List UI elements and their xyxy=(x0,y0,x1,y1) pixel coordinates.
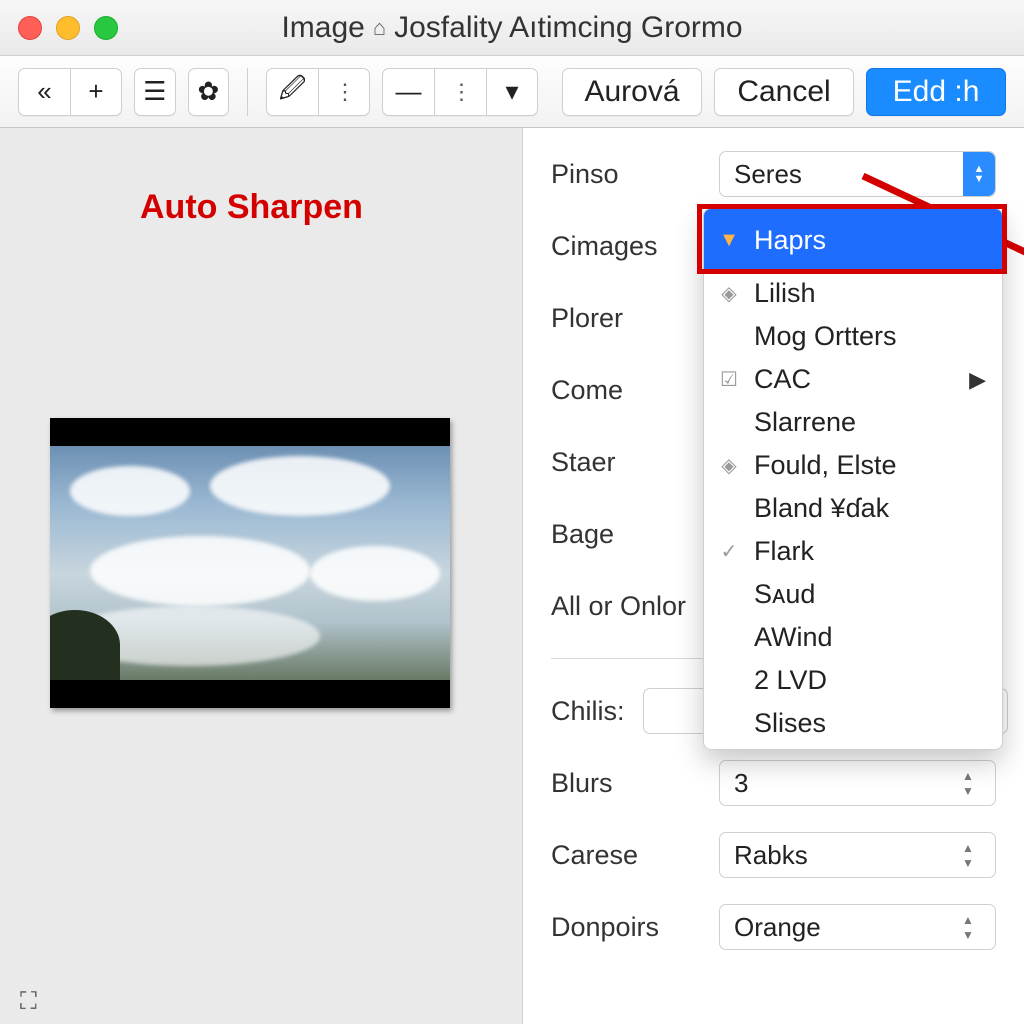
toolbar-separator xyxy=(247,68,248,116)
staer-label: Staer xyxy=(551,447,701,478)
dropdown-item-label: Slarrene xyxy=(754,407,856,438)
select-stepper-icon: ▲▼ xyxy=(963,152,995,196)
cimages-label: Cimages xyxy=(551,231,701,262)
donpoirs-select[interactable]: Orange ▲▼ xyxy=(719,904,996,950)
window-title: Image ⌂ Josfality Aıtimcing Grormo xyxy=(0,11,1024,45)
blurs-label: Blurs xyxy=(551,768,701,799)
pinso-label: Pinso xyxy=(551,159,701,190)
minimize-window[interactable] xyxy=(56,16,80,40)
dropdown-item[interactable]: ◈ Fould, Elste xyxy=(704,444,1002,487)
carese-label: Carese xyxy=(551,840,701,871)
dropdown-item-label: Bland ¥ɗak xyxy=(754,493,889,524)
dropdown-item-icon: ☑ xyxy=(716,367,742,392)
dropdown-item-icon: ✓ xyxy=(716,539,742,564)
line-group: — ⋮ ▾ xyxy=(382,68,538,116)
titlebar: Image ⌂ Josfality Aıtimcing Grormo xyxy=(0,0,1024,56)
dropdown-item-label: Haprs xyxy=(754,225,826,256)
stepper-icon: ▲▼ xyxy=(955,769,981,798)
window-controls xyxy=(18,16,118,40)
brush-group: 🖉 ⋮ xyxy=(266,68,370,116)
dropdown-item[interactable]: ☑ CAC ▶ xyxy=(704,358,1002,401)
apply-button[interactable]: Edd :h xyxy=(866,68,1006,116)
blurs-value: 3 xyxy=(734,768,748,799)
zoom-window[interactable] xyxy=(94,16,118,40)
title-prefix: Image xyxy=(281,11,364,45)
dropdown-item-label: CAC xyxy=(754,364,811,395)
back-button[interactable]: « xyxy=(18,68,70,116)
footer-icon: ⛶ xyxy=(20,988,37,1016)
blurs-select[interactable]: 3 ▲▼ xyxy=(719,760,996,806)
dropdown-item[interactable]: Bland ¥ɗak xyxy=(704,487,1002,530)
dropdown-item-icon: ▼ xyxy=(716,229,742,252)
dropdown-item[interactable]: Mog Ortters xyxy=(704,315,1002,358)
dropdown-item[interactable]: ✓ Flark xyxy=(704,530,1002,573)
line-options[interactable]: ⋮ xyxy=(434,68,486,116)
pinso-select[interactable]: Seres ▲▼ xyxy=(719,151,996,197)
carese-select[interactable]: Rabks ▲▼ xyxy=(719,832,996,878)
cimages-dropdown[interactable]: ▼ Haprs ◈ Lilish Mog Ortters ☑ CAC ▶ Slarrene ◈ Fo… xyxy=(703,208,1003,750)
dropdown-item[interactable]: ▼ Haprs xyxy=(704,209,1002,272)
add-button[interactable]: + xyxy=(70,68,122,116)
line-button[interactable]: — xyxy=(382,68,434,116)
extension-button[interactable]: ✿ xyxy=(188,68,230,116)
come-label: Come xyxy=(551,375,701,406)
annotation-label: Auto Sharpen xyxy=(140,188,363,227)
title-text: Josfality Aıtimcing Grormo xyxy=(394,11,742,45)
row-blurs: Blurs 3 ▲▼ xyxy=(551,759,996,807)
chilis-label: Chilis: xyxy=(551,696,625,727)
close-window[interactable] xyxy=(18,16,42,40)
row-donpoirs: Donpoirs Orange ▲▼ xyxy=(551,903,996,951)
row-carese: Carese Rabks ▲▼ xyxy=(551,831,996,879)
preview-image xyxy=(50,446,450,680)
layout-button[interactable]: ☰ xyxy=(134,68,176,116)
image-preview[interactable] xyxy=(50,418,450,708)
aurora-button[interactable]: Aurová xyxy=(562,68,702,116)
donpoirs-value: Orange xyxy=(734,912,821,943)
dropdown-item-label: Flark xyxy=(754,536,814,567)
dropdown-item[interactable]: AWind xyxy=(704,616,1002,659)
settings-panel: Pinso Seres ▲▼ Cimages Plorer Come Staer… xyxy=(522,128,1024,1024)
dropdown-item-label: Mog Ortters xyxy=(754,321,897,352)
dropdown-item-label: Sᴀud xyxy=(754,579,815,610)
dropdown-item[interactable]: Sᴀud xyxy=(704,573,1002,616)
all-label: All or Onlor xyxy=(551,591,686,622)
bage-label: Bage xyxy=(551,519,701,550)
toolbar: « + ☰ ✿ 🖉 ⋮ — ⋮ ▾ Aurová Cancel Edd :h xyxy=(0,56,1024,128)
dropdown-item[interactable]: Slises xyxy=(704,702,1002,745)
stepper-icon: ▲▼ xyxy=(955,841,981,870)
stepper-icon: ▲▼ xyxy=(955,913,981,942)
pinso-value: Seres xyxy=(734,159,802,190)
line-dropdown[interactable]: ▾ xyxy=(486,68,538,116)
row-pinso: Pinso Seres ▲▼ xyxy=(551,150,996,198)
dropdown-item[interactable]: 2 LVD xyxy=(704,659,1002,702)
document-icon: ⌂ xyxy=(373,15,386,41)
dropdown-item-icon: ◈ xyxy=(716,281,742,306)
carese-value: Rabks xyxy=(734,840,808,871)
submenu-arrow-icon: ▶ xyxy=(969,367,986,393)
dropdown-item-label: Lilish xyxy=(754,278,816,309)
plorer-label: Plorer xyxy=(551,303,701,334)
dropdown-item-label: Slises xyxy=(754,708,826,739)
dropdown-item-label: 2 LVD xyxy=(754,665,827,696)
canvas-area: Auto Sharpen ⛶ xyxy=(0,128,522,1024)
dropdown-item[interactable]: ◈ Lilish xyxy=(704,272,1002,315)
main-area: Auto Sharpen ⛶ Pinso Seres ▲▼ xyxy=(0,128,1024,1024)
dropdown-item[interactable]: Slarrene xyxy=(704,401,1002,444)
cancel-button[interactable]: Cancel xyxy=(714,68,854,116)
nav-group: « + xyxy=(18,68,122,116)
brush-options[interactable]: ⋮ xyxy=(318,68,370,116)
dropdown-item-label: AWind xyxy=(754,622,833,653)
brush-button[interactable]: 🖉 xyxy=(266,68,318,116)
dropdown-item-icon: ◈ xyxy=(716,453,742,478)
dropdown-item-label: Fould, Elste xyxy=(754,450,897,481)
donpoirs-label: Donpoirs xyxy=(551,912,701,943)
